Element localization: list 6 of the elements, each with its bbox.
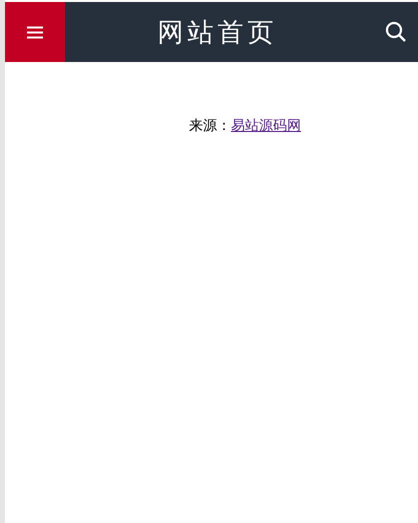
source-label: 来源： xyxy=(189,116,231,135)
source-link[interactable]: 易站源码网 xyxy=(231,115,301,136)
search-icon xyxy=(385,21,407,43)
menu-icon xyxy=(27,26,43,38)
page-title: 网站首页 xyxy=(158,16,278,48)
menu-button[interactable] xyxy=(5,2,65,62)
